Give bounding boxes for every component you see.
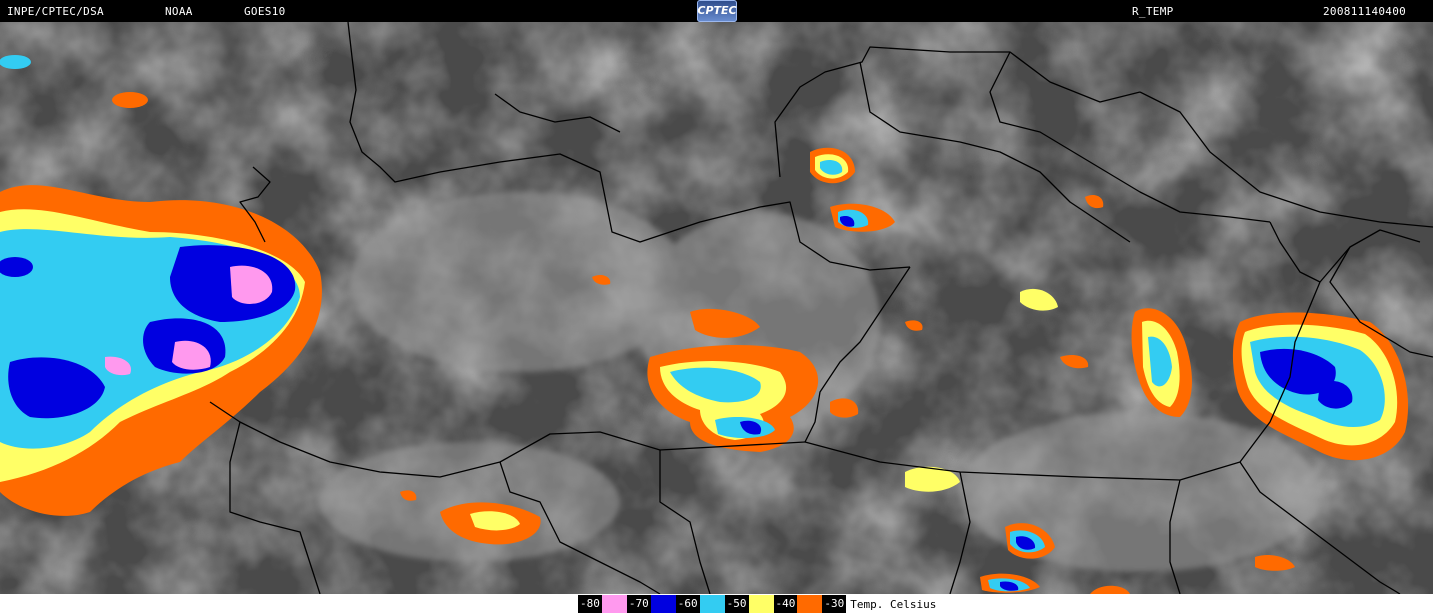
legend-label: -40 — [773, 595, 798, 613]
product-label: R_TEMP — [1132, 5, 1174, 18]
legend-swatch — [699, 595, 725, 613]
legend-swatch — [748, 595, 774, 613]
legend-swatch — [601, 595, 627, 613]
agency-label: NOAA — [165, 5, 193, 18]
legend-unit: Temp. Celsius — [850, 597, 937, 611]
satellite-ir-map — [0, 22, 1433, 594]
legend-label: -80 — [578, 595, 602, 613]
legend-label: -70 — [626, 595, 651, 613]
temperature-legend: -80 -70 -60 -50 -40 -30 Temp. Celsius — [578, 595, 936, 613]
satellite-label: GOES10 — [244, 5, 286, 18]
datetime-label: 200811140400 — [1323, 5, 1407, 18]
legend-label: -60 — [675, 595, 700, 613]
cptec-logo: CPTEC — [697, 0, 737, 22]
institution-label: INPE/CPTEC/DSA — [7, 5, 104, 18]
legend-swatch — [797, 595, 823, 613]
legend-bar: -80 -70 -60 -50 -40 -30 Temp. Celsius — [0, 594, 1433, 614]
legend-swatch — [650, 595, 676, 613]
header-bar: INPE/CPTEC/DSA NOAA GOES10 CPTEC R_TEMP … — [0, 0, 1433, 22]
legend-label: -50 — [724, 595, 749, 613]
legend-label: -30 — [822, 595, 847, 613]
